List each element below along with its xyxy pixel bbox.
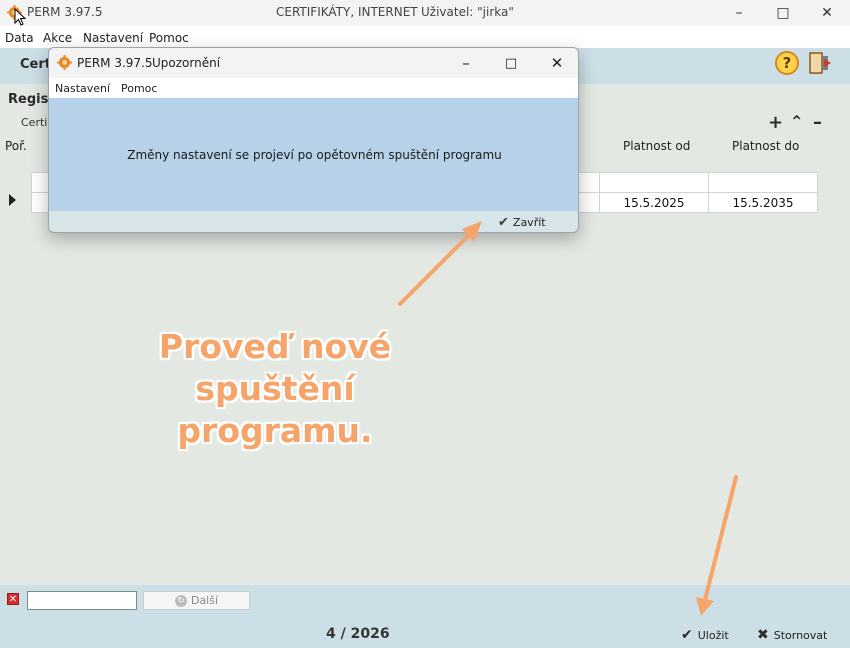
menu-data[interactable]: Data <box>5 31 34 45</box>
up-icon[interactable]: ⌃ <box>790 113 803 131</box>
column-header-valid-from[interactable]: Platnost od <box>623 139 690 153</box>
cancel-button[interactable]: ✖ Stornovat <box>757 627 827 643</box>
save-button[interactable]: ✔ Uložit <box>681 627 729 643</box>
dialog-titlebar: PERM 3.97.5 Upozornění – □ ✕ <box>49 48 578 78</box>
dialog-title: Upozornění <box>152 56 221 70</box>
annotation-text: Proveď nové spuštění programu. <box>95 326 455 452</box>
menu-nastaveni[interactable]: Nastavení <box>83 31 143 45</box>
search-next-button[interactable]: ↻ Další <box>143 591 250 610</box>
close-window-button[interactable]: ✕ <box>804 0 850 26</box>
table-cell-valid-from[interactable]: 15.5.2025 <box>599 192 709 213</box>
save-label: Uložit <box>697 628 729 642</box>
column-header-valid-to[interactable]: Platnost do <box>732 139 799 153</box>
mouse-cursor-icon <box>14 8 26 26</box>
check-icon: ✔ <box>498 215 509 230</box>
exit-door-icon[interactable] <box>807 50 833 76</box>
dialog-menu-nastaveni[interactable]: Nastavení <box>55 82 110 95</box>
period-label: 4 / 2026 <box>326 626 390 642</box>
clear-search-icon[interactable]: ✕ <box>7 593 19 605</box>
user-label: Uživatel: "jirka" <box>421 5 514 19</box>
table-cell-valid-to[interactable] <box>708 172 818 193</box>
add-icon[interactable]: + <box>768 114 783 132</box>
notice-dialog: PERM 3.97.5 Upozornění – □ ✕ Nastavení P… <box>48 47 579 233</box>
dialog-menu-pomoc[interactable]: Pomoc <box>121 82 157 95</box>
current-row-indicator-icon <box>9 194 16 206</box>
dialog-close-label: Zavřít <box>512 216 546 229</box>
dialog-minimize-button[interactable]: – <box>443 48 489 78</box>
dialog-message: Změny nastavení se projeví po opětovném … <box>127 148 502 162</box>
remove-icon[interactable]: – <box>813 114 822 132</box>
dialog-menubar: Nastavení Pomoc <box>49 78 578 98</box>
column-header-order[interactable]: Poř. <box>5 139 27 153</box>
dialog-maximize-button[interactable]: □ <box>488 48 534 78</box>
dialog-footer: ✔ Zavřít <box>49 211 578 232</box>
close-x-icon: ✖ <box>757 627 769 643</box>
help-icon[interactable]: ? <box>775 51 799 75</box>
dialog-close-window-button[interactable]: ✕ <box>534 48 578 78</box>
cancel-label: Stornovat <box>773 628 828 642</box>
tab-certificates[interactable]: Certi <box>21 116 47 129</box>
annotation-line-1: Proveď nové spuštění <box>158 327 392 408</box>
maximize-button[interactable]: □ <box>760 0 806 26</box>
main-titlebar: PERM 3.97.5 CERTIFIKÁTY, INTERNET Uživat… <box>0 0 850 26</box>
main-menubar: Data Akce Nastavení Pomoc <box>0 26 850 48</box>
table-cell-valid-to[interactable]: 15.5.2035 <box>708 192 818 213</box>
search-input[interactable] <box>27 591 137 610</box>
table-cell-valid-from[interactable] <box>599 172 709 193</box>
window-context-title: CERTIFIKÁTY, INTERNET <box>276 5 418 19</box>
app-gear-icon <box>57 55 72 70</box>
annotation-line-2: programu. <box>177 411 373 450</box>
dialog-app-name: PERM 3.97.5 <box>77 56 153 70</box>
search-next-icon: ↻ <box>174 594 187 607</box>
dialog-body: Změny nastavení se projeví po opětovném … <box>49 98 578 211</box>
search-next-label: Další <box>190 594 219 607</box>
minimize-button[interactable]: – <box>716 0 762 26</box>
check-icon: ✔ <box>681 627 693 643</box>
app-name: PERM 3.97.5 <box>27 5 103 19</box>
menu-akce[interactable]: Akce <box>43 31 72 45</box>
footer-bar: 4 / 2026 ✔ Uložit ✖ Stornovat <box>0 615 850 648</box>
dialog-close-button[interactable]: ✔ Zavřít <box>498 215 546 230</box>
menu-pomoc[interactable]: Pomoc <box>149 31 189 45</box>
